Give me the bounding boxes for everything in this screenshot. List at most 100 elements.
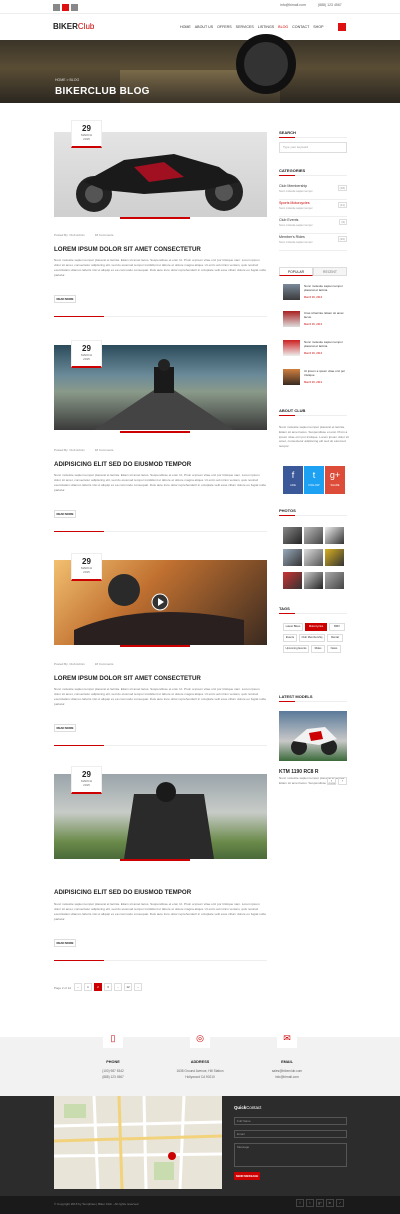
contact-email-line[interactable]: info@bimail.com	[247, 1075, 327, 1079]
twitter-follow-box[interactable]: t FOLLOW	[304, 466, 324, 494]
nav-contact[interactable]: CONTACT	[292, 25, 309, 29]
sidebar-latest-title: LATEST MODELS	[279, 694, 313, 699]
gallery-photo[interactable]	[283, 549, 302, 566]
popular-post[interactable]: Cras id lacinia. Etiam sit amet lacus. M…	[283, 311, 347, 331]
post-date: 29 MARCH 2015	[71, 120, 102, 148]
message-field[interactable]: Message	[234, 1143, 347, 1167]
send-message-button[interactable]: SEND MESSAGE	[234, 1172, 260, 1180]
pagination-page-active[interactable]: 2	[94, 983, 102, 991]
topbar-email[interactable]: info@bimail.com	[280, 3, 306, 7]
post-date: 29 MARCH 2015	[71, 340, 102, 368]
post-comments[interactable]: 18 Comments	[95, 662, 114, 666]
twitter-icon[interactable]	[71, 4, 78, 11]
location-map[interactable]	[54, 1096, 222, 1189]
nav-services[interactable]: SERVICES	[236, 25, 254, 29]
footer-twitter-icon[interactable]: t	[306, 1199, 314, 1207]
pagination-next[interactable]: ›	[134, 983, 142, 991]
post-author[interactable]: Posted By: Club Admin	[54, 448, 85, 452]
facebook-icon[interactable]	[53, 4, 60, 11]
nav-listings[interactable]: LISTINGS	[258, 25, 274, 29]
post-meta: Posted By: Club Admin 18 Comments	[54, 448, 113, 452]
popular-post[interactable]: Nunc molestie sapien tempor placerat et …	[283, 284, 347, 304]
post-comments[interactable]: 18 Comments	[95, 233, 114, 237]
nav-shop[interactable]: SHOP	[313, 25, 323, 29]
contact-email-line[interactable]: sales@bikerclub.com	[247, 1069, 327, 1073]
gallery-photo[interactable]	[283, 527, 302, 544]
gallery-photo[interactable]	[325, 549, 344, 566]
google-share-box[interactable]: g+ SHARE	[325, 466, 345, 494]
gallery-photo[interactable]	[304, 527, 323, 544]
site-logo[interactable]: BIKERClub	[53, 22, 94, 31]
footer-google-icon[interactable]: g+	[316, 1199, 324, 1207]
nav-offers[interactable]: OFFERS	[217, 25, 232, 29]
read-more-button[interactable]: READ MORE	[54, 939, 76, 947]
read-more-button[interactable]: READ MORE	[54, 510, 76, 518]
tag[interactable]: Club Membership	[299, 634, 325, 642]
latest-model-image[interactable]	[279, 711, 347, 761]
search-icon[interactable]	[338, 23, 346, 31]
post-comments[interactable]: 18 Comments	[95, 448, 114, 452]
gallery-photo[interactable]	[304, 549, 323, 566]
footer-linkedin-icon[interactable]: in	[326, 1199, 334, 1207]
popular-post[interactable]: Ut ipsum a ipsum vitae orci por tristiqu…	[283, 369, 347, 389]
latest-model-name[interactable]: KTM 1190 RC8 R	[279, 769, 318, 775]
read-more-button[interactable]: READ MORE	[54, 724, 76, 732]
post-excerpt: Nunc molestie sapien tempor placerat et …	[54, 473, 266, 492]
facebook-icon: f	[291, 470, 295, 480]
tag[interactable]: Events	[283, 634, 297, 642]
footer-facebook-icon[interactable]: f	[296, 1199, 304, 1207]
tab-popular[interactable]: POPULAR	[279, 267, 313, 276]
post-title[interactable]: LOREM IPSUM DOLOR SIT AMET CONSECTETUR	[54, 246, 201, 253]
google-plus-icon: g+	[329, 470, 341, 480]
nav-blog[interactable]: BLOG	[278, 25, 288, 29]
tag[interactable]: Latest Bikes	[283, 623, 303, 631]
post-title[interactable]: ADIPISICING ELIT SED DO EIUSMOD TEMPOR	[54, 461, 191, 468]
gallery-photo[interactable]	[304, 572, 323, 589]
post-author[interactable]: Posted By: Club Admin	[54, 662, 85, 666]
tag[interactable]: Rental	[327, 634, 343, 642]
popular-post[interactable]: Nunc molestie sapien tempor placerat et …	[283, 340, 347, 360]
topbar-phone: (888) 123 4567	[318, 3, 342, 7]
tag-active[interactable]: Motorcycles	[305, 623, 327, 631]
pagination-page[interactable]: 12	[124, 983, 132, 991]
email-field[interactable]: Email	[234, 1130, 347, 1138]
tag[interactable]: Upcoming Events	[283, 645, 309, 653]
nav-about[interactable]: ABOUT US	[195, 25, 213, 29]
gallery-photo[interactable]	[325, 572, 344, 589]
read-more-button[interactable]: READ MORE	[54, 295, 76, 303]
tag[interactable]: News	[327, 645, 341, 653]
category-item[interactable]: Member's Rides Nunc molestie sapien temp…	[279, 235, 347, 251]
sidebar-search-input[interactable]: Type your keyword	[279, 142, 347, 153]
category-item[interactable]: Club Events Nunc molestie sapien tempor …	[279, 218, 347, 234]
gallery-photo[interactable]	[283, 572, 302, 589]
tag[interactable]: BMX	[329, 623, 345, 631]
post-separator-gray	[104, 745, 267, 746]
category-item[interactable]: Club Membership Nunc molestie sapien tem…	[279, 184, 347, 200]
google-plus-icon[interactable]	[62, 4, 69, 11]
gallery-photo[interactable]	[325, 527, 344, 544]
popular-thumb	[283, 369, 300, 385]
pagination-page[interactable]: 3	[104, 983, 112, 991]
tab-recent[interactable]: RECENT	[313, 267, 347, 276]
carousel-prev-icon[interactable]: ‹	[327, 777, 336, 785]
category-name: Sports Motorcycles	[279, 201, 310, 205]
post-separator-gray	[104, 960, 267, 961]
footer-vimeo-icon[interactable]: ✓	[336, 1199, 344, 1207]
breadcrumb[interactable]: HOME > BLOG	[55, 78, 79, 82]
post-title[interactable]: ADIPISICING ELIT SED DO EIUSMOD TEMPOR	[54, 889, 191, 896]
sidebar-underline	[279, 175, 295, 176]
tag[interactable]: Rides	[311, 645, 325, 653]
post-title[interactable]: LOREM IPSUM DOLOR SIT AMET CONSECTETUR	[54, 675, 201, 682]
post-author[interactable]: Posted By: Club Admin	[54, 233, 85, 237]
category-count: (18)	[337, 185, 347, 191]
category-item-active[interactable]: Sports Motorcycles Nunc molestie sapien …	[279, 201, 347, 217]
pagination-prev[interactable]: ‹	[74, 983, 82, 991]
nav-home[interactable]: HOME	[180, 25, 191, 29]
name-field[interactable]: Full Name	[234, 1117, 347, 1125]
sidebar-search-title: SEARCH	[279, 130, 296, 135]
carousel-next-icon[interactable]: ›	[338, 777, 347, 785]
pagination-page[interactable]: 1	[84, 983, 92, 991]
banner-wheel-image	[236, 34, 296, 94]
email-icon: ✉	[277, 1028, 297, 1048]
facebook-like-box[interactable]: f LIKE	[283, 466, 303, 494]
